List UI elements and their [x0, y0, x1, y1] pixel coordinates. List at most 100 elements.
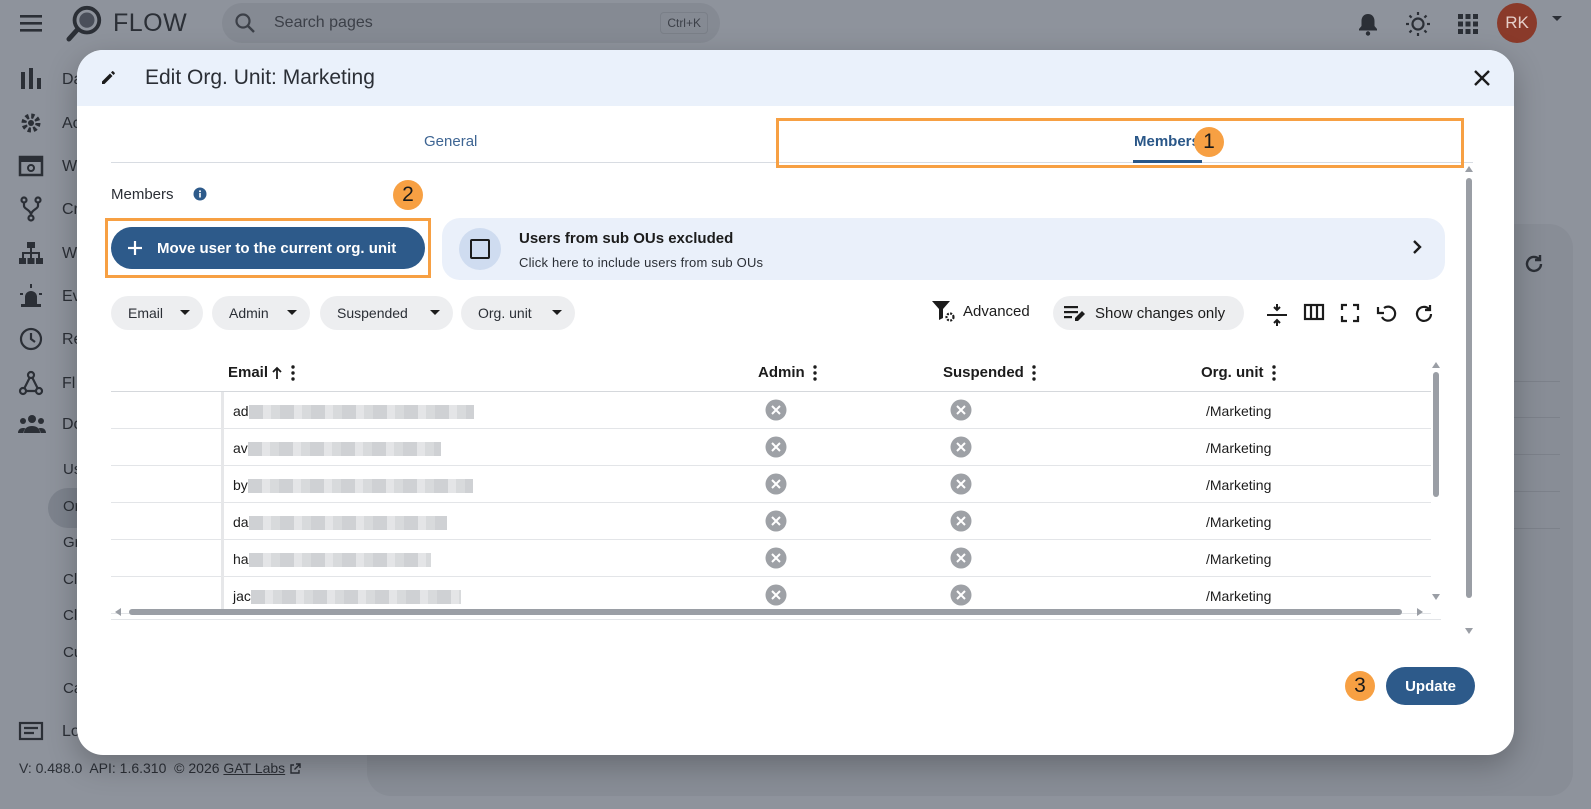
info-icon[interactable]: [193, 187, 207, 201]
grid-horizontal-scrollbar[interactable]: [111, 607, 1429, 617]
email-cell: da: [233, 514, 447, 531]
notifications-bell-icon[interactable]: [1343, 10, 1393, 38]
sidebar-item-label: Fl: [62, 375, 76, 392]
table-row[interactable]: ha /Marketing: [111, 540, 1431, 577]
column-header-admin[interactable]: Admin: [758, 364, 817, 381]
refresh-icon[interactable]: [1523, 253, 1545, 275]
cancel-circle-icon: [950, 510, 972, 532]
sort-ascending-icon[interactable]: [271, 366, 283, 380]
table-row[interactable]: da /Marketing: [111, 503, 1431, 540]
copyright-text: © 2026: [174, 760, 220, 776]
apps-grid-icon[interactable]: [1443, 10, 1493, 38]
user-avatar[interactable]: RK: [1497, 3, 1537, 43]
cancel-circle-icon: [765, 547, 787, 569]
fullscreen-icon[interactable]: [1340, 303, 1360, 323]
search-shortcut: Ctrl+K: [660, 12, 708, 34]
table-row[interactable]: av /Marketing: [111, 429, 1431, 466]
column-header-email[interactable]: Email: [228, 364, 295, 381]
sidebar-item-reports[interactable]: Re: [18, 324, 82, 354]
row-selection-bar: [221, 466, 224, 503]
chevron-right-icon: [1411, 238, 1423, 256]
move-user-button[interactable]: Move user to the current org. unit: [111, 227, 425, 269]
sidebar-item-windows[interactable]: W: [18, 151, 77, 181]
hierarchy-icon: [18, 240, 44, 266]
filter-email[interactable]: Email: [111, 296, 203, 330]
edit-org-unit-dialog: Edit Org. Unit: Marketing General Member…: [77, 50, 1514, 755]
caret-down-icon: [429, 309, 441, 317]
email-cell: jac: [233, 588, 461, 605]
scroll-down-arrow[interactable]: [1432, 594, 1440, 600]
sub-ous-checkbox[interactable]: [459, 228, 501, 270]
alarm-icon: [18, 283, 44, 309]
tab-general[interactable]: General: [424, 133, 477, 150]
scroll-up-arrow[interactable]: [1432, 362, 1440, 368]
menu-icon[interactable]: [18, 12, 44, 34]
row-selection-bar: [221, 540, 224, 577]
caret-down-icon: [286, 309, 298, 317]
scroll-up-arrow[interactable]: [1465, 166, 1473, 172]
cancel-circle-icon: [950, 399, 972, 421]
scroll-thumb[interactable]: [1433, 372, 1439, 497]
column-menu-icon[interactable]: [1032, 364, 1036, 381]
sidebar-item-flows[interactable]: Fl: [18, 368, 75, 398]
filter-label: Admin: [229, 305, 269, 321]
column-header-suspended[interactable]: Suspended: [943, 364, 1036, 381]
undo-icon[interactable]: [1376, 303, 1398, 325]
members-grid: Email Admin Suspended Org. unit ad /Mark…: [111, 352, 1441, 620]
columns-icon[interactable]: [1303, 303, 1325, 321]
advanced-filter-button[interactable]: Advanced: [931, 299, 1030, 323]
show-changes-only-button[interactable]: Show changes only: [1053, 296, 1244, 330]
scroll-right-arrow[interactable]: [1417, 608, 1423, 616]
filter-admin[interactable]: Admin: [212, 296, 310, 330]
cancel-circle-icon: [765, 510, 787, 532]
sidebar-item-directory[interactable]: Do: [18, 409, 82, 439]
sidebar-item-cr[interactable]: Cr: [18, 194, 79, 224]
grid-vertical-scrollbar[interactable]: [1432, 362, 1440, 602]
column-header-org-unit[interactable]: Org. unit: [1201, 364, 1276, 381]
company-link[interactable]: GAT Labs: [223, 760, 285, 776]
scroll-left-arrow[interactable]: [115, 608, 121, 616]
gear-icon: [18, 110, 44, 136]
column-menu-icon[interactable]: [1271, 364, 1276, 381]
search-input[interactable]: Search pages: [274, 14, 373, 32]
row-selection-bar: [221, 429, 224, 466]
email-prefix: ha: [233, 551, 249, 567]
sidebar-subitem-cl2[interactable]: Cl: [63, 607, 77, 624]
version-footer: V: 0.488.0 API: 1.6.310 © 2026 GAT Labs: [19, 760, 301, 776]
table-row[interactable]: by /Marketing: [111, 466, 1431, 503]
org-unit-cell: /Marketing: [1206, 514, 1272, 530]
filter-settings-icon: [931, 299, 955, 323]
search-bar[interactable]: Search pages Ctrl+K: [222, 3, 720, 43]
update-button[interactable]: Update: [1386, 667, 1475, 705]
density-icon[interactable]: [1266, 303, 1288, 327]
column-title: Admin: [758, 364, 805, 381]
sidebar-item-label: W: [62, 245, 78, 262]
clock-icon: [18, 326, 44, 352]
filter-org-unit[interactable]: Org. unit: [461, 296, 575, 330]
sidebar-item-accounts[interactable]: Ac: [18, 108, 81, 138]
scroll-thumb[interactable]: [1466, 178, 1472, 598]
chevron-down-icon[interactable]: [1550, 14, 1564, 24]
sidebar-item-w2[interactable]: W: [18, 238, 77, 268]
sidebar-item-logs[interactable]: Lo: [18, 716, 80, 746]
theme-sun-icon[interactable]: [1393, 10, 1443, 38]
close-icon[interactable]: [1468, 64, 1496, 92]
annotation-box-1: [776, 118, 1464, 168]
scroll-down-arrow[interactable]: [1465, 628, 1473, 634]
scroll-thumb[interactable]: [129, 609, 1402, 615]
include-sub-ous-toggle[interactable]: Users from sub OUs excluded Click here t…: [442, 218, 1445, 280]
redacted-blur: [250, 590, 461, 605]
column-menu-icon[interactable]: [812, 364, 817, 381]
column-menu-icon[interactable]: [291, 364, 295, 381]
filter-suspended[interactable]: Suspended: [320, 296, 453, 330]
dialog-vertical-scrollbar[interactable]: [1465, 166, 1473, 636]
sidebar-item-dashboard[interactable]: Da: [18, 64, 82, 94]
refresh-icon[interactable]: [1413, 303, 1435, 325]
table-row[interactable]: ad /Marketing: [111, 392, 1431, 429]
sidebar-subitem-cl1[interactable]: Cl: [63, 571, 77, 588]
flow-logo-icon: [66, 4, 104, 42]
cancel-circle-icon: [950, 584, 972, 606]
cancel-circle-icon: [950, 436, 972, 458]
email-prefix: jac: [233, 588, 251, 604]
sidebar-item-events[interactable]: Ev: [18, 281, 81, 311]
